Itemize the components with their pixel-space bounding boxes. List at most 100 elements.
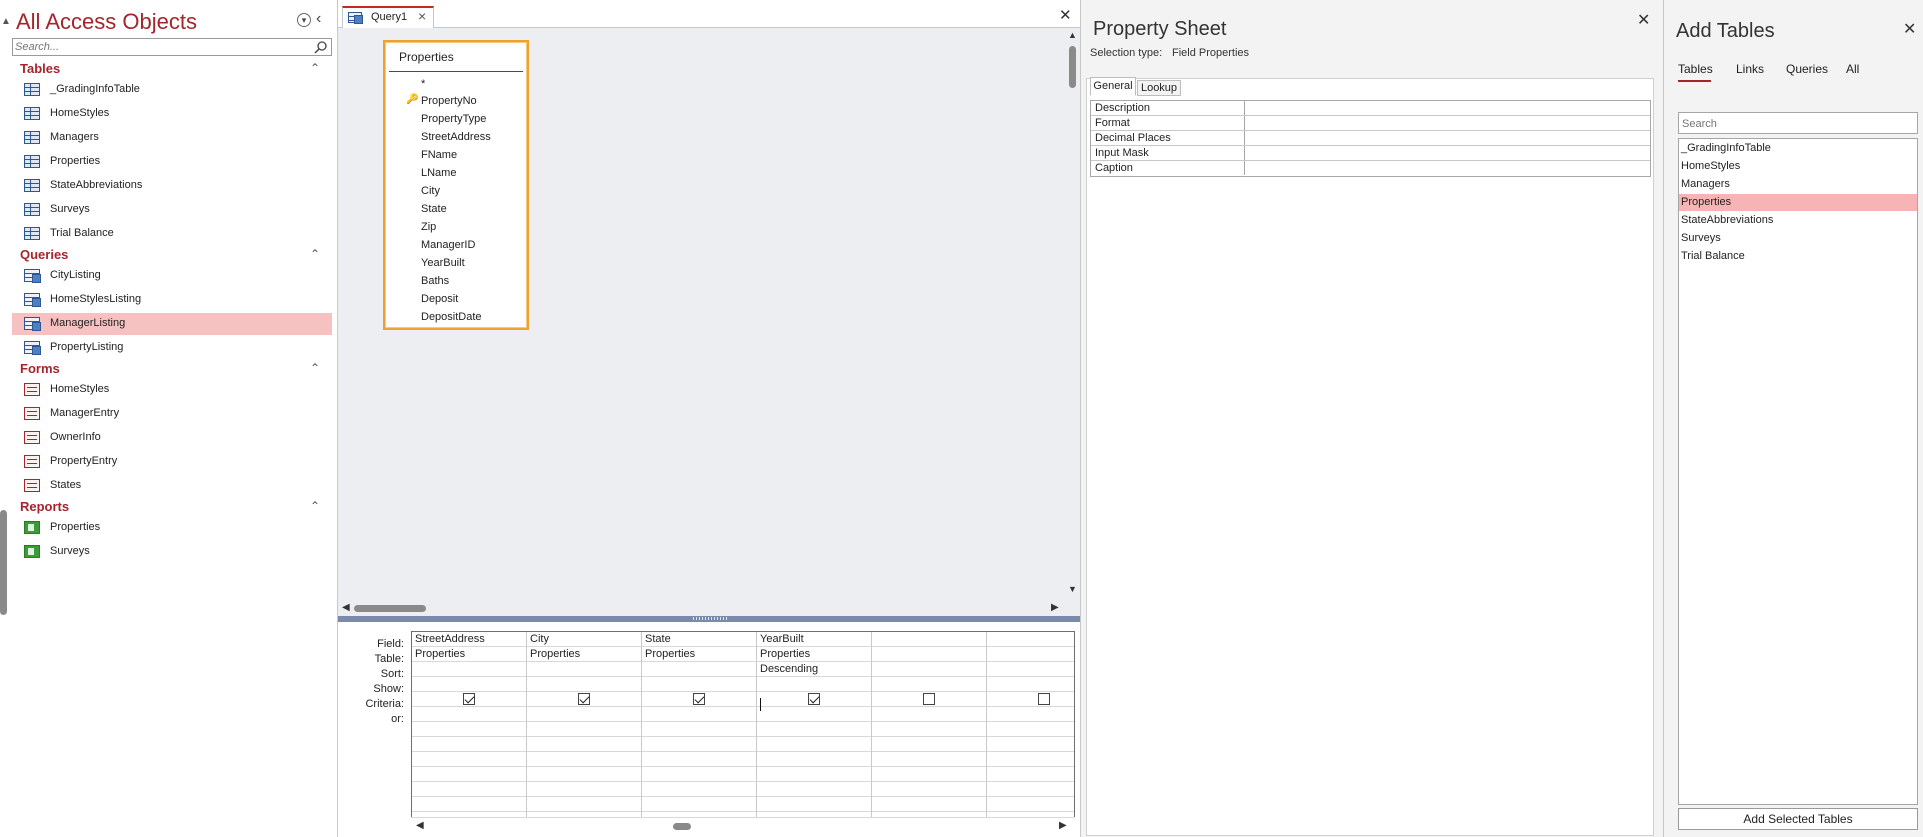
scrollbar-thumb[interactable] — [673, 823, 691, 830]
tab-all[interactable]: All — [1846, 62, 1859, 76]
chevron-up-icon[interactable]: ⌃ — [310, 361, 320, 375]
grid-field-cell[interactable]: StreetAddress — [415, 633, 485, 645]
splitter-grip[interactable] — [693, 617, 729, 620]
property-value[interactable] — [1246, 101, 1650, 115]
list-item-selected[interactable]: Properties — [1679, 194, 1917, 211]
grid-column[interactable] — [987, 632, 1074, 822]
nav-group-queries[interactable]: Queries ⌃ — [20, 247, 328, 265]
grid-column[interactable]: State Properties — [642, 632, 757, 822]
chevron-up-icon[interactable]: ⌃ — [310, 61, 320, 75]
nav-item-form[interactable]: ManagerEntry — [12, 403, 332, 425]
nav-item-form[interactable]: States — [12, 475, 332, 497]
field-list-item[interactable]: Deposit — [421, 293, 458, 305]
show-checkbox[interactable] — [1038, 693, 1050, 705]
chevron-up-icon[interactable]: ⌃ — [310, 499, 320, 513]
field-list-title[interactable]: Properties — [399, 50, 454, 64]
nav-item-table[interactable]: Properties — [12, 151, 332, 173]
nav-item-table[interactable]: Trial Balance — [12, 223, 332, 245]
tab-queries[interactable]: Queries — [1786, 62, 1828, 76]
nav-item-table[interactable]: _GradingInfoTable — [12, 79, 332, 101]
nav-group-reports[interactable]: Reports ⌃ — [20, 499, 328, 517]
nav-pane-title[interactable]: All Access Objects — [16, 9, 197, 35]
property-value[interactable] — [1246, 116, 1650, 130]
chevron-up-icon[interactable]: ⌃ — [310, 247, 320, 261]
nav-group-forms[interactable]: Forms ⌃ — [20, 361, 328, 379]
add-selected-tables-button[interactable]: Add Selected Tables — [1678, 808, 1918, 830]
nav-item-query-selected[interactable]: ManagerListing — [12, 313, 332, 335]
property-row[interactable]: Input Mask — [1091, 146, 1650, 161]
close-document-icon[interactable]: ✕ — [1059, 6, 1072, 24]
scrollbar-thumb[interactable] — [354, 605, 426, 612]
list-item[interactable]: StateAbbreviations — [1679, 212, 1917, 229]
grid-table-cell[interactable]: Properties — [530, 648, 580, 660]
property-row[interactable]: Caption — [1091, 161, 1650, 176]
nav-item-form[interactable]: HomeStyles — [12, 379, 332, 401]
grid-column[interactable]: YearBuilt Properties Descending — [757, 632, 872, 822]
nav-item-form[interactable]: PropertyEntry — [12, 451, 332, 473]
tab-tables[interactable]: Tables — [1678, 62, 1713, 76]
nav-scrollbar-thumb[interactable] — [0, 510, 7, 615]
field-list-item[interactable]: Zip — [421, 221, 436, 233]
nav-search-input[interactable] — [15, 40, 305, 54]
grid-column[interactable]: City Properties — [527, 632, 642, 822]
field-list-item[interactable]: State — [421, 203, 447, 215]
field-list-item[interactable]: PropertyType — [421, 113, 486, 125]
list-item[interactable]: HomeStyles — [1679, 158, 1917, 175]
field-list-item[interactable]: Baths — [421, 275, 449, 287]
property-value[interactable] — [1246, 161, 1650, 175]
list-item[interactable]: Managers — [1679, 176, 1917, 193]
close-icon[interactable]: ✕ — [1903, 19, 1916, 39]
field-list-item[interactable]: StreetAddress — [421, 131, 491, 143]
scrollbar-thumb[interactable] — [1069, 46, 1076, 88]
list-item[interactable]: _GradingInfoTable — [1679, 140, 1917, 157]
grid-field-cell[interactable]: City — [530, 633, 549, 645]
tab-general[interactable]: General — [1090, 77, 1136, 96]
property-row[interactable]: Format — [1091, 116, 1650, 131]
show-checkbox[interactable] — [923, 693, 935, 705]
grid-table-cell[interactable]: Properties — [760, 648, 810, 660]
list-item[interactable]: Surveys — [1679, 230, 1917, 247]
grid-column[interactable]: StreetAddress Properties — [412, 632, 527, 822]
nav-item-query[interactable]: CityListing — [12, 265, 332, 287]
grid-sort-cell[interactable]: Descending — [760, 663, 818, 675]
close-icon[interactable]: ✕ — [1637, 10, 1650, 30]
upper-pane-horizontal-scrollbar[interactable]: ◀ ▶ — [338, 600, 1065, 616]
nav-item-table[interactable]: Surveys — [12, 199, 332, 221]
field-list-item[interactable]: FName — [421, 149, 457, 161]
search-icon[interactable] — [313, 40, 329, 54]
nav-item-report[interactable]: Properties — [12, 517, 332, 539]
property-value[interactable] — [1246, 146, 1650, 160]
nav-group-tables[interactable]: Tables ⌃ — [20, 61, 328, 79]
field-list-properties[interactable]: Properties 🔑 * PropertyNo PropertyType S… — [383, 40, 529, 330]
property-value[interactable] — [1246, 131, 1650, 145]
nav-item-table[interactable]: Managers — [12, 127, 332, 149]
field-list-item[interactable]: LName — [421, 167, 456, 179]
scroll-left-icon[interactable]: ◀ — [342, 602, 350, 613]
show-checkbox[interactable] — [693, 693, 705, 705]
show-checkbox[interactable] — [578, 693, 590, 705]
grid-column[interactable] — [872, 632, 987, 822]
nav-item-query[interactable]: HomeStylesListing — [12, 289, 332, 311]
nav-item-form[interactable]: OwnerInfo — [12, 427, 332, 449]
nav-menu-dropdown-icon[interactable]: ▾ — [297, 13, 311, 27]
tab-links[interactable]: Links — [1736, 62, 1764, 76]
grid-field-cell[interactable]: YearBuilt — [760, 633, 804, 645]
list-item[interactable]: Trial Balance — [1679, 248, 1917, 265]
grid-horizontal-scrollbar[interactable]: ◀ ▶ — [411, 817, 1075, 834]
tab-query1[interactable]: Query1 × — [342, 6, 434, 28]
nav-scroll-up-icon[interactable]: ▲ — [1, 16, 11, 27]
query-design-grid[interactable]: StreetAddress Properties City Properties… — [411, 631, 1075, 834]
close-icon[interactable]: × — [418, 8, 426, 24]
nav-item-query[interactable]: PropertyListing — [12, 337, 332, 359]
nav-item-table[interactable]: StateAbbreviations — [12, 175, 332, 197]
grid-table-cell[interactable]: Properties — [415, 648, 465, 660]
property-row[interactable]: Decimal Places — [1091, 131, 1650, 146]
scroll-right-icon[interactable]: ▶ — [1059, 820, 1067, 831]
field-list-item[interactable]: PropertyNo — [421, 95, 477, 107]
scroll-up-icon[interactable]: ▲ — [1068, 30, 1077, 40]
add-tables-search-input[interactable] — [1682, 116, 1912, 131]
nav-item-table[interactable]: HomeStyles — [12, 103, 332, 125]
show-checkbox[interactable] — [463, 693, 475, 705]
scroll-down-icon[interactable]: ▼ — [1068, 584, 1077, 594]
nav-item-report[interactable]: Surveys — [12, 541, 332, 563]
